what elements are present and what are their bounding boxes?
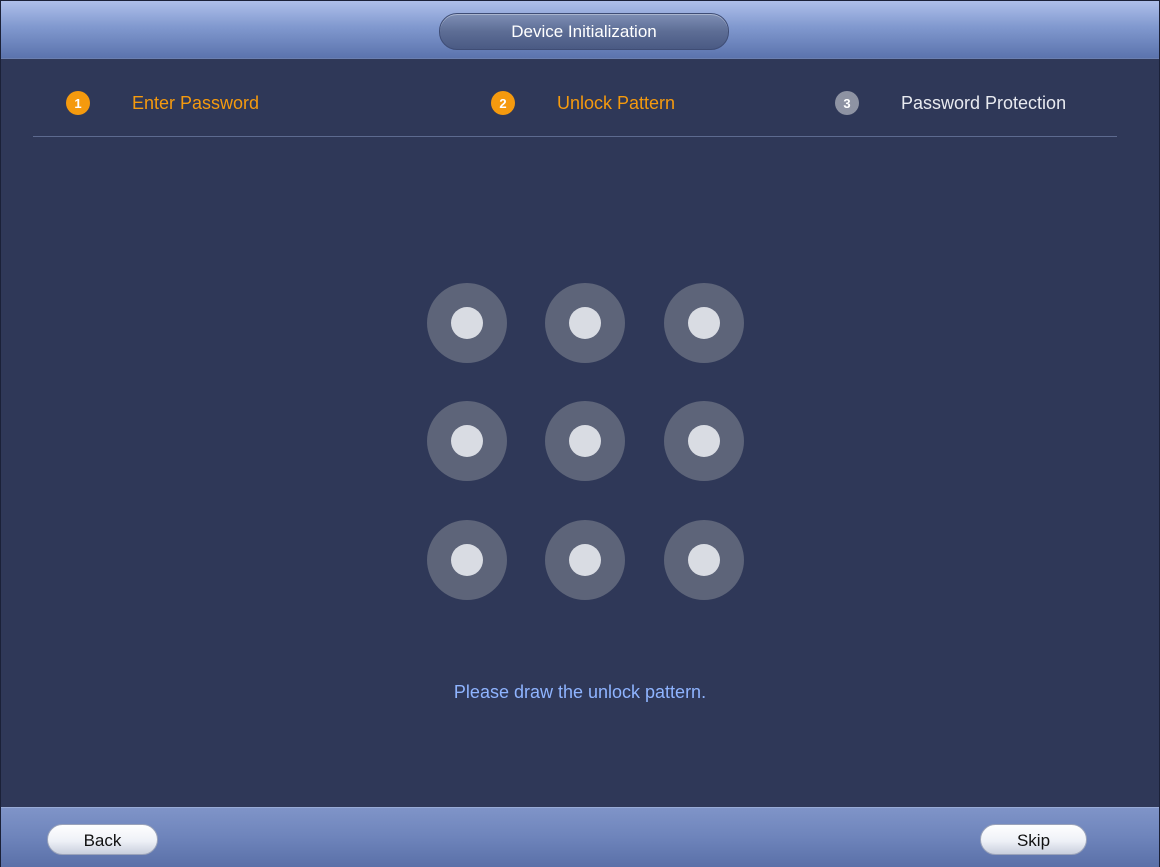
step-label-password-protection: Password Protection bbox=[901, 92, 1067, 113]
pattern-dot-2[interactable] bbox=[545, 283, 625, 363]
bottom-bar: Back Skip bbox=[1, 807, 1159, 867]
pattern-dot-1[interactable] bbox=[427, 283, 507, 363]
pattern-dot-4[interactable] bbox=[427, 401, 507, 481]
step-number-3: 3 bbox=[835, 91, 859, 115]
step-label-unlock-pattern: Unlock Pattern bbox=[557, 92, 676, 113]
pattern-dot-7[interactable] bbox=[427, 520, 507, 600]
pattern-dot-center bbox=[688, 544, 720, 576]
step-indicator: 1 Enter Password 2 Unlock Pattern 3 Pass… bbox=[1, 58, 1159, 138]
pattern-dot-center bbox=[451, 307, 483, 339]
step-password-protection: 3 Password Protection bbox=[835, 91, 1066, 115]
step-unlock-pattern: 2 Unlock Pattern bbox=[491, 91, 675, 115]
device-initialization-window: Device Initialization 1 Enter Password 2… bbox=[0, 0, 1160, 867]
window-title: Device Initialization bbox=[439, 13, 729, 50]
step-enter-password: 1 Enter Password bbox=[66, 91, 259, 115]
pattern-dot-center bbox=[569, 425, 601, 457]
pattern-dot-center bbox=[451, 425, 483, 457]
pattern-dot-center bbox=[688, 425, 720, 457]
pattern-dot-6[interactable] bbox=[664, 401, 744, 481]
pattern-dot-8[interactable] bbox=[545, 520, 625, 600]
pattern-dot-center bbox=[569, 307, 601, 339]
title-bar: Device Initialization bbox=[1, 1, 1159, 59]
pattern-hint-text: Please draw the unlock pattern. bbox=[453, 682, 707, 702]
steps-divider bbox=[33, 136, 1117, 137]
pattern-dot-9[interactable] bbox=[664, 520, 744, 600]
pattern-dot-center bbox=[569, 544, 601, 576]
pattern-dot-3[interactable] bbox=[664, 283, 744, 363]
pattern-dot-center bbox=[688, 307, 720, 339]
step-number-1: 1 bbox=[66, 91, 90, 115]
back-button[interactable]: Back bbox=[47, 824, 158, 855]
pattern-dot-center bbox=[451, 544, 483, 576]
step-number-2: 2 bbox=[491, 91, 515, 115]
skip-button[interactable]: Skip bbox=[980, 824, 1087, 855]
pattern-dot-5[interactable] bbox=[545, 401, 625, 481]
step-label-enter-password: Enter Password bbox=[132, 92, 260, 113]
